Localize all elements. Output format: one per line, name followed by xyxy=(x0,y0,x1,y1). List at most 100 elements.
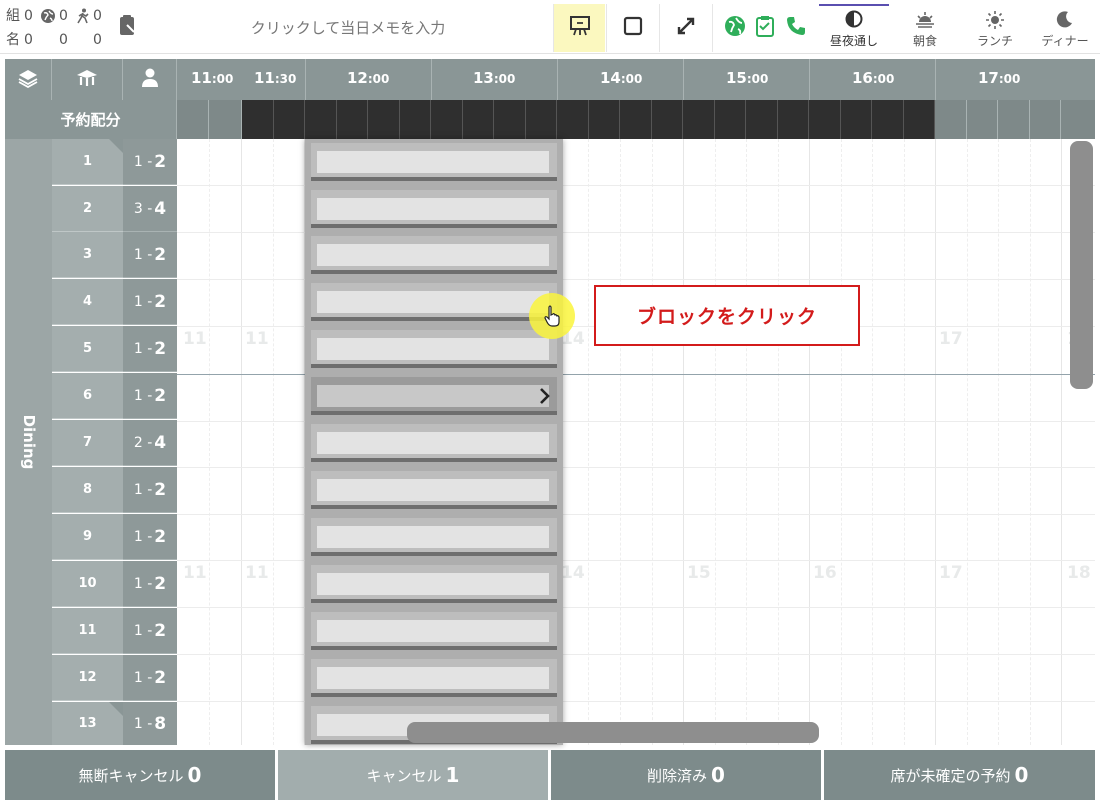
table-sort-button[interactable] xyxy=(52,59,123,100)
click-highlight xyxy=(529,293,575,339)
allocation-cell[interactable] xyxy=(652,100,683,139)
allocation-cell[interactable] xyxy=(209,100,242,139)
sun-icon xyxy=(960,10,1030,30)
allocation-cell[interactable] xyxy=(177,100,209,139)
allocation-cell[interactable] xyxy=(400,100,431,139)
table-icon xyxy=(76,68,98,92)
allocation-cell[interactable] xyxy=(368,100,400,139)
expand-button[interactable] xyxy=(659,4,711,52)
block-bar[interactable] xyxy=(311,283,557,321)
time-label: 15:00 xyxy=(726,69,769,87)
hour-watermark: 18 xyxy=(1067,563,1091,583)
time-label: 14:00 xyxy=(600,69,643,87)
table-number[interactable]: 1 xyxy=(52,139,123,185)
allocation-cell[interactable] xyxy=(337,100,368,139)
allocation-cell[interactable] xyxy=(620,100,652,139)
half-circle-icon xyxy=(819,10,889,30)
sunrise-icon xyxy=(890,10,960,30)
layers-button[interactable] xyxy=(5,59,52,100)
table-number[interactable]: 7 xyxy=(52,420,123,466)
table-number[interactable]: 8 xyxy=(52,467,123,513)
allocation-cell[interactable] xyxy=(715,100,746,139)
allocation-cell[interactable] xyxy=(1061,100,1095,139)
table-number[interactable]: 10 xyxy=(52,561,123,607)
expand-icon xyxy=(675,15,697,41)
block-bar-selected[interactable] xyxy=(311,377,557,415)
phone-icon[interactable] xyxy=(785,15,807,41)
allocation-cell[interactable] xyxy=(274,100,305,139)
vertical-scrollbar[interactable] xyxy=(1070,141,1093,389)
block-bar[interactable] xyxy=(311,424,557,462)
block-bar[interactable] xyxy=(311,518,557,556)
allocation-cell[interactable] xyxy=(967,100,998,139)
block-bar[interactable] xyxy=(311,330,557,368)
meal-tab-lunch[interactable]: ランチ xyxy=(960,4,1030,52)
block-bar[interactable] xyxy=(311,565,557,603)
allocation-cell[interactable] xyxy=(305,100,337,139)
cancel-button[interactable]: キャンセル 1 xyxy=(278,750,548,800)
allocation-cell[interactable] xyxy=(778,100,809,139)
allocation-cell[interactable] xyxy=(683,100,715,139)
table-number[interactable]: 5 xyxy=(52,326,123,372)
table-number[interactable]: 11 xyxy=(52,608,123,654)
time-label: 13:00 xyxy=(473,69,516,87)
allocation-cell[interactable] xyxy=(431,100,463,139)
allocation-cell[interactable] xyxy=(494,100,526,139)
time-label: 12:00 xyxy=(347,69,390,87)
allocation-cell[interactable] xyxy=(746,100,778,139)
seat-map-button[interactable] xyxy=(553,4,605,52)
hour-watermark: 11 xyxy=(183,329,207,349)
table-number[interactable]: 3 xyxy=(52,232,123,278)
memo-icon[interactable] xyxy=(118,14,138,38)
meal-label-allday: 昼夜通し xyxy=(829,34,878,48)
block-bar[interactable] xyxy=(311,659,557,697)
square-button[interactable] xyxy=(606,4,658,52)
block-bar[interactable] xyxy=(311,612,557,650)
table-capacity: 1 -2 xyxy=(123,279,177,325)
allocation-cell[interactable] xyxy=(998,100,1030,139)
horizontal-scrollbar[interactable] xyxy=(407,722,819,743)
hour-watermark: 17 xyxy=(939,563,963,583)
table-capacity: 2 -4 xyxy=(123,420,177,466)
chevron-right-icon[interactable] xyxy=(539,387,551,409)
block-bar[interactable] xyxy=(311,236,557,274)
timeline-header: 11:00 11:30 12:00 13:00 14:00 15:00 16:0… xyxy=(5,59,1095,100)
allocation-cell[interactable] xyxy=(1030,100,1061,139)
meal-label-dinner: ディナー xyxy=(1041,34,1089,48)
allocation-cell[interactable] xyxy=(526,100,557,139)
allocation-cell[interactable] xyxy=(809,100,841,139)
meal-tab-dinner[interactable]: ディナー xyxy=(1030,4,1100,52)
block-bar[interactable] xyxy=(311,143,557,181)
table-number[interactable]: 2 xyxy=(52,186,123,232)
allocation-cell[interactable] xyxy=(242,100,274,139)
table-capacity: 1 -2 xyxy=(123,514,177,560)
capacity-sort-button[interactable] xyxy=(123,59,177,100)
block-bar[interactable] xyxy=(311,471,557,509)
allocation-cell[interactable] xyxy=(904,100,935,139)
table-capacity: 1 -2 xyxy=(123,561,177,607)
allocation-cell[interactable] xyxy=(463,100,494,139)
no-show-cancel-button[interactable]: 無断キャンセル 0 xyxy=(5,750,275,800)
deleted-button[interactable]: 削除済み 0 xyxy=(551,750,821,800)
groups-label: 組 xyxy=(6,8,20,24)
memo-input[interactable]: クリックして当日メモを入力 xyxy=(145,4,551,50)
instruction-callout: ブロックをクリック xyxy=(594,285,860,346)
block-bar[interactable] xyxy=(311,190,557,228)
allocation-cell[interactable] xyxy=(557,100,589,139)
allocation-cell[interactable] xyxy=(872,100,904,139)
globe-icon[interactable] xyxy=(724,15,746,41)
walkin-people-count: 0 xyxy=(93,32,102,48)
allocation-cell[interactable] xyxy=(841,100,872,139)
table-number[interactable]: 12 xyxy=(52,655,123,701)
allocation-row: 予約配分 xyxy=(5,100,1095,139)
table-number[interactable]: 9 xyxy=(52,514,123,560)
allocation-cell[interactable] xyxy=(935,100,967,139)
clipboard-check-icon[interactable] xyxy=(755,15,775,41)
table-number[interactable]: 4 xyxy=(52,279,123,325)
meal-tab-breakfast[interactable]: 朝食 xyxy=(890,4,960,52)
unassigned-seat-button[interactable]: 席が未確定の予約 0 xyxy=(824,750,1095,800)
table-number[interactable]: 13 xyxy=(52,702,123,745)
allocation-cell[interactable] xyxy=(589,100,620,139)
meal-tab-allday[interactable]: 昼夜通し xyxy=(819,4,889,52)
table-number[interactable]: 6 xyxy=(52,373,123,419)
